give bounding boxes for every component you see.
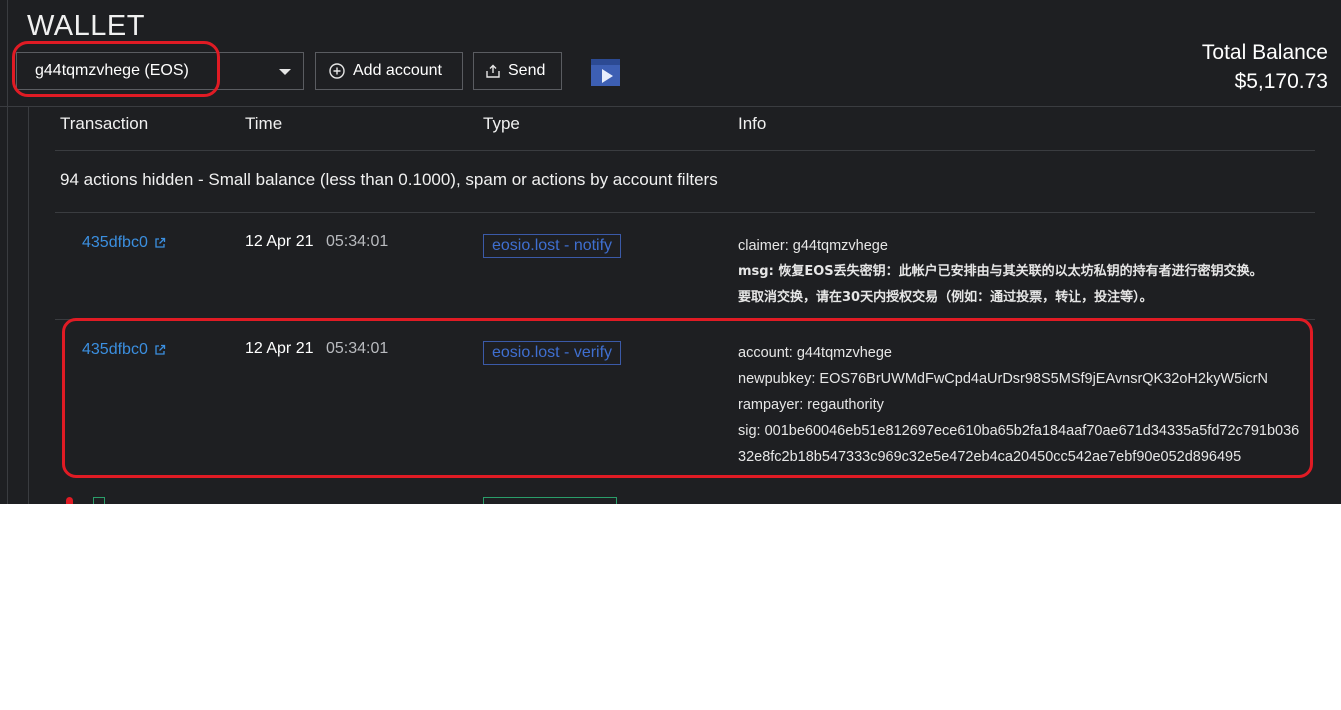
- header-divider: [0, 106, 1341, 107]
- play-icon: [602, 69, 613, 83]
- wallet-app: WALLET g44tqmzvhege (EOS) Add account Se…: [0, 0, 1341, 504]
- caret-down-icon: [279, 69, 291, 75]
- add-account-button[interactable]: Add account: [315, 52, 463, 90]
- send-button[interactable]: Send: [473, 52, 562, 90]
- left-border: [7, 0, 8, 504]
- external-link-icon: [154, 237, 166, 249]
- table-divider: [55, 150, 1315, 151]
- share-icon: [486, 64, 500, 78]
- info-line: claimer: g44tqmzvhege: [738, 238, 888, 254]
- transaction-id: 435dfbc0: [82, 234, 148, 251]
- row-date: 12 Apr 21: [245, 233, 314, 250]
- row-time: 05:34:01: [326, 233, 389, 250]
- video-player-icon[interactable]: [591, 59, 620, 86]
- partial-row-icon: [93, 497, 105, 504]
- plus-circle-icon: [329, 63, 345, 79]
- total-balance-value: $5,170.73: [1234, 70, 1328, 93]
- column-header-type: Type: [483, 114, 520, 133]
- content-border: [28, 107, 29, 504]
- table-divider: [55, 212, 1315, 213]
- add-account-label: Add account: [353, 62, 442, 79]
- partial-row-icon: [66, 497, 73, 504]
- hidden-actions-notice: 94 actions hidden - Small balance (less …: [60, 170, 718, 189]
- row-info: claimer: g44tqmzvhege msg: 恢复EOS丢失密钥：此帐户…: [738, 233, 1263, 311]
- annotation-highlight: [62, 318, 1313, 478]
- transaction-link[interactable]: 435dfbc0: [82, 234, 166, 252]
- type-badge: eosio.lost - notify: [483, 234, 622, 258]
- send-label: Send: [508, 62, 546, 79]
- partial-type-badge: [483, 497, 617, 504]
- info-line: msg: 恢复EOS丢失密钥：此帐户已安排由与其关联的以太坊私钥的持有者进行密钥…: [738, 264, 1263, 279]
- total-balance-label: Total Balance: [1201, 41, 1328, 64]
- page-title: WALLET: [27, 10, 145, 42]
- info-line: 要取消交换，请在30天内授权交易（例如：通过投票，转让，投注等）。: [738, 290, 1153, 305]
- annotation-highlight: [12, 41, 220, 97]
- player-titlebar: [591, 59, 620, 65]
- column-header-time: Time: [245, 114, 283, 133]
- column-header-info: Info: [738, 114, 767, 133]
- column-header-transaction: Transaction: [60, 114, 149, 133]
